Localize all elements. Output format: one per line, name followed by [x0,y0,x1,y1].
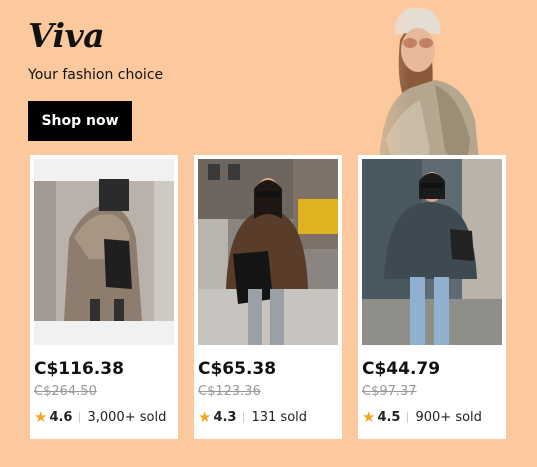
product-rating: 4.6 [49,409,73,425]
divider [79,411,81,423]
product-original-price: C$123.36 [198,384,261,399]
product-sold-count: 131 sold [251,409,308,425]
product-card[interactable]: C$116.38 C$264.50 ★ 4.6 3,000+ sold [30,155,178,439]
product-original-price: C$264.50 [34,384,97,399]
product-sold-count: 3,000+ sold [87,409,167,425]
product-image[interactable] [362,159,502,345]
product-image[interactable] [34,159,174,345]
brand-tagline: Your fashion choice [28,67,164,83]
star-icon: ★ [362,408,376,426]
product-rating: 4.3 [213,409,237,425]
product-price: C$44.79 [362,359,441,379]
product-price: C$116.38 [34,359,124,379]
product-card[interactable]: C$44.79 C$97.37 ★ 4.5 900+ sold [358,155,506,439]
product-original-price: C$97.37 [362,384,417,399]
star-icon: ★ [34,408,48,426]
divider [407,411,409,423]
product-sold-count: 900+ sold [415,409,482,425]
brand-logo: Viva [28,16,105,55]
product-rating-row: ★ 4.6 3,000+ sold [34,407,166,427]
product-image[interactable] [198,159,338,345]
product-price: C$65.38 [198,359,277,379]
divider [243,411,245,423]
product-rating-row: ★ 4.5 900+ sold [362,407,482,427]
shop-now-button[interactable]: Shop now [28,101,132,141]
product-card[interactable]: C$65.38 C$123.36 ★ 4.3 131 sold [194,155,342,439]
star-icon: ★ [198,408,212,426]
product-rating-row: ★ 4.3 131 sold [198,407,307,427]
product-rating: 4.5 [377,409,401,425]
